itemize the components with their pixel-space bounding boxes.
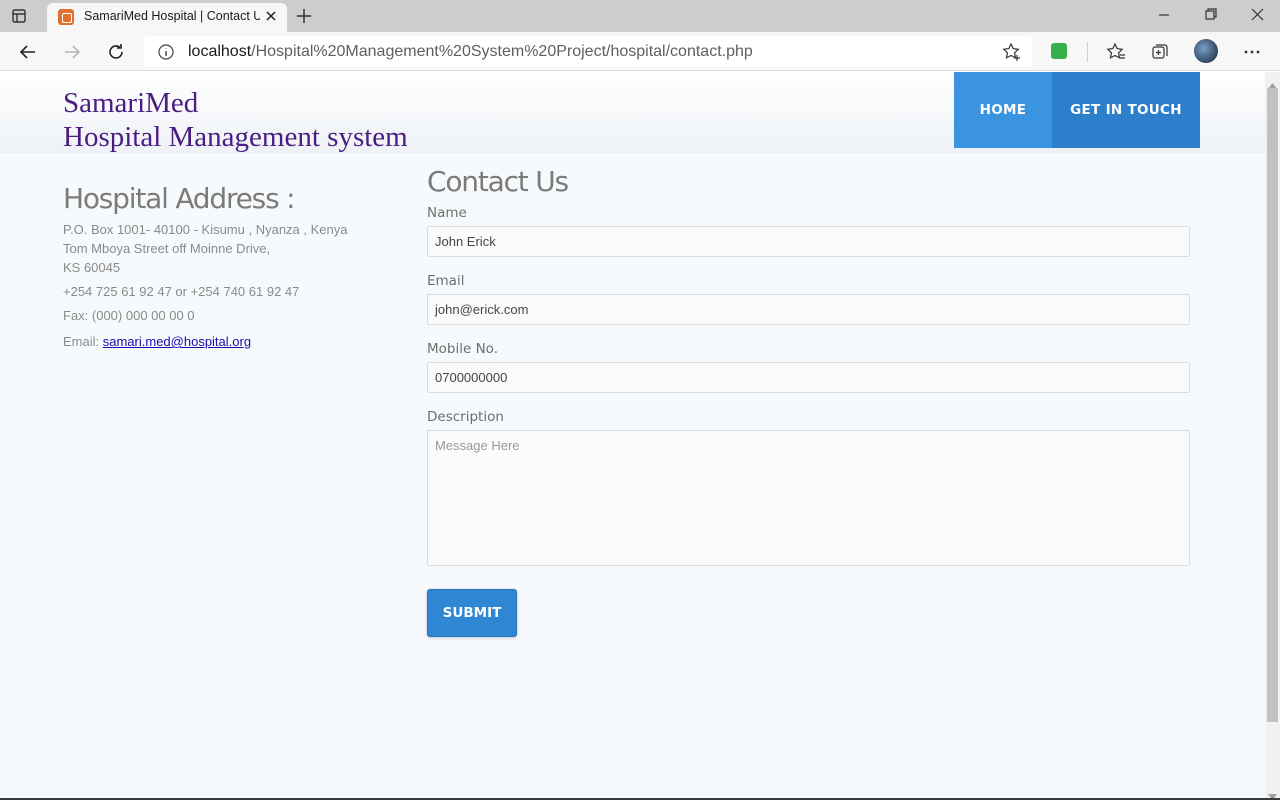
email-label: Email: bbox=[63, 334, 100, 349]
address-line-2: Tom Mboya Street off Moinne Drive, bbox=[63, 241, 271, 256]
site-info-icon[interactable] bbox=[157, 43, 175, 61]
brand-tagline: Hospital Management system bbox=[63, 121, 408, 153]
favorites-icon[interactable] bbox=[1105, 41, 1127, 63]
email-field[interactable]: john@erick.com bbox=[427, 294, 1190, 325]
scroll-down-icon[interactable] bbox=[1268, 787, 1277, 800]
nav-home-link[interactable]: HOME bbox=[954, 72, 1052, 148]
phone-numbers: +254 725 61 92 47 or +254 740 61 92 47 bbox=[63, 284, 300, 299]
email-field-label: Email bbox=[427, 273, 465, 289]
refresh-icon[interactable] bbox=[105, 41, 127, 63]
restore-icon[interactable] bbox=[1198, 4, 1222, 26]
page-viewport: SamariMed Hospital Management system HOM… bbox=[0, 72, 1265, 798]
email-link[interactable]: samari.med@hospital.org bbox=[103, 334, 251, 349]
nav-get-in-touch-link[interactable]: GET IN TOUCH bbox=[1052, 72, 1200, 148]
address-line-1: P.O. Box 1001- 40100 - Kisumu , Nyanza ,… bbox=[63, 222, 348, 237]
email-line: Email: samari.med@hospital.org bbox=[63, 334, 251, 349]
add-favorite-icon[interactable] bbox=[1002, 42, 1022, 62]
settings-more-icon[interactable] bbox=[1241, 41, 1263, 63]
scroll-up-icon[interactable] bbox=[1268, 76, 1277, 89]
close-tab-icon[interactable] bbox=[263, 8, 279, 24]
contact-heading: Contact Us bbox=[427, 165, 569, 198]
site-brand[interactable]: SamariMed Hospital Management system bbox=[63, 86, 408, 154]
toolbar-separator bbox=[1087, 42, 1088, 62]
minimize-icon[interactable] bbox=[1152, 4, 1176, 26]
browser-tab-active[interactable]: SamariMed Hospital | Contact Us bbox=[47, 3, 287, 32]
url-path: /Hospital%20Management%20System%20Projec… bbox=[251, 43, 753, 60]
address-bar[interactable]: localhost/Hospital%20Management%20System… bbox=[144, 36, 1032, 67]
address-heading: Hospital Address : bbox=[63, 182, 296, 215]
forward-icon[interactable] bbox=[61, 41, 83, 63]
scrollbar-thumb[interactable] bbox=[1267, 88, 1278, 722]
back-icon[interactable] bbox=[17, 41, 39, 63]
browser-tabstrip: SamariMed Hospital | Contact Us bbox=[0, 0, 1280, 32]
main-nav: HOME GET IN TOUCH bbox=[954, 72, 1200, 148]
close-window-icon[interactable] bbox=[1245, 4, 1269, 26]
profile-avatar[interactable] bbox=[1194, 39, 1218, 63]
mobile-label: Mobile No. bbox=[427, 341, 498, 357]
mobile-field[interactable]: 0700000000 bbox=[427, 362, 1190, 393]
tab-actions-icon[interactable] bbox=[10, 7, 28, 25]
tab-title: SamariMed Hospital | Contact Us bbox=[84, 9, 260, 23]
address-line-3: KS 60045 bbox=[63, 260, 121, 275]
site-header: SamariMed Hospital Management system HOM… bbox=[0, 72, 1265, 153]
name-label: Name bbox=[427, 205, 467, 221]
xampp-favicon-icon bbox=[58, 9, 74, 25]
collections-icon[interactable] bbox=[1149, 41, 1171, 63]
brand-name: SamariMed bbox=[63, 87, 199, 119]
description-textarea[interactable]: Message Here bbox=[427, 430, 1190, 566]
browser-toolbar: localhost/Hospital%20Management%20System… bbox=[0, 32, 1280, 71]
url-host: localhost bbox=[188, 43, 252, 60]
url-text: localhost/Hospital%20Management%20System… bbox=[188, 43, 753, 61]
submit-button[interactable]: SUBMIT bbox=[427, 589, 517, 637]
name-field[interactable]: John Erick bbox=[427, 226, 1190, 257]
new-tab-icon[interactable] bbox=[294, 6, 314, 26]
extension-icon[interactable] bbox=[1051, 43, 1067, 59]
fax-number: Fax: (000) 000 00 00 0 bbox=[63, 308, 195, 323]
description-label: Description bbox=[427, 409, 504, 425]
